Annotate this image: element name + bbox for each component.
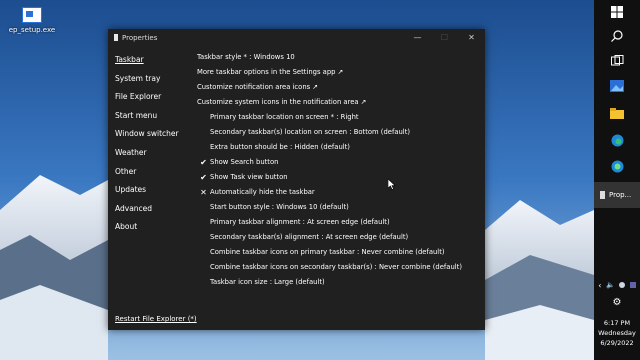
start-button[interactable] [594,0,640,24]
sidebar-item-advanced[interactable]: Advanced [115,200,195,219]
clock-date: 6/29/2022 [600,339,634,347]
installer-icon [22,7,42,23]
setting-customize-system-icons-link[interactable]: Customize system icons in the notificati… [197,95,481,110]
edge-icon [611,134,623,146]
setting-secondary-taskbar-location[interactable]: Secondary taskbar(s) location on screen … [197,125,481,140]
clock[interactable]: 6:17 PM Wednesday 6/29/2022 [594,318,640,348]
settings-list: Taskbar style * : Windows 10 More taskba… [197,50,481,290]
edge-beta-button[interactable] [594,154,640,178]
clock-day: Wednesday [598,329,636,337]
setting-secondary-taskbar-alignment[interactable]: Secondary taskbar(s) alignment : At scre… [197,230,481,245]
minimize-button[interactable]: — [404,29,431,46]
close-button[interactable]: ✕ [458,29,485,46]
mouse-cursor [388,179,396,190]
edge-beta-icon [611,160,623,172]
photos-app-button[interactable] [594,74,640,98]
task-view-button[interactable] [594,48,640,72]
taskbar-properties-button[interactable]: Prop... [594,182,640,208]
sidebar-item-about[interactable]: About [115,218,195,237]
setting-combine-secondary[interactable]: Combine taskbar icons on secondary taskb… [197,260,481,275]
setting-customize-notification-icons-link[interactable]: Customize notification area icons ↗ [197,80,481,95]
setting-auto-hide-taskbar[interactable]: ✕ Automatically hide the taskbar [197,185,481,200]
search-icon [611,30,623,42]
setting-show-search-button[interactable]: ✔ Show Search button [197,155,481,170]
app-icon [114,34,118,41]
desktop-icon-ep-setup[interactable]: ep_setup.exe [2,5,62,39]
setting-taskbar-style[interactable]: Taskbar style * : Windows 10 [197,50,481,65]
setting-extra-button[interactable]: Extra button should be : Hidden (default… [197,140,481,155]
chevron-left-icon[interactable]: ‹ [598,281,601,290]
maximize-button[interactable]: ☐ [431,29,458,46]
setting-show-task-view-button[interactable]: ✔ Show Task view button [197,170,481,185]
file-explorer-button[interactable] [594,101,640,125]
sidebar-item-window-switcher[interactable]: Window switcher [115,125,195,144]
search-button[interactable] [594,24,640,48]
setting-primary-taskbar-location[interactable]: Primary taskbar location on screen * : R… [197,110,481,125]
sidebar-item-system-tray[interactable]: System tray [115,70,195,89]
clock-time: 6:17 PM [603,319,631,327]
system-tray: ‹ 🔈 ⚙ [594,279,640,308]
file-explorer-icon [610,107,624,119]
title-bar[interactable]: Properties — ☐ ✕ [108,29,485,46]
sidebar-item-updates[interactable]: Updates [115,181,195,200]
sidebar-item-file-explorer[interactable]: File Explorer [115,88,195,107]
edge-button[interactable] [594,128,640,152]
setting-start-button-style[interactable]: Start button style : Windows 10 (default… [197,200,481,215]
setting-combine-primary[interactable]: Combine taskbar icons on primary taskbar… [197,245,481,260]
check-icon: ✔ [200,173,207,182]
desktop-icon-label: ep_setup.exe [8,26,56,34]
sidebar-item-other[interactable]: Other [115,163,195,182]
restart-explorer-link[interactable]: Restart File Explorer (*) [115,315,197,323]
app-icon [600,191,605,199]
sidebar-item-taskbar[interactable]: Taskbar [115,51,195,70]
sidebar-item-start-menu[interactable]: Start menu [115,107,195,126]
properties-window: Properties — ☐ ✕ Taskbar System tray Fil… [108,29,485,330]
start-icon [611,6,623,18]
teams-icon[interactable] [629,282,636,288]
sidebar: Taskbar System tray File Explorer Start … [115,51,195,237]
check-icon: ✔ [200,158,207,167]
cloud-icon[interactable] [619,282,626,288]
sidebar-item-weather[interactable]: Weather [115,144,195,163]
photos-icon [610,80,624,92]
setting-more-taskbar-options-link[interactable]: More taskbar options in the Settings app… [197,65,481,80]
window-title: Properties [122,33,158,42]
cross-icon: ✕ [200,188,207,197]
taskbar-button-label: Prop... [609,191,632,199]
setting-taskbar-icon-size[interactable]: Taskbar icon size : Large (default) [197,275,481,290]
volume-icon[interactable]: 🔈 [606,281,615,289]
task-view-icon [610,54,623,65]
settings-gear-icon[interactable]: ⚙ [613,297,622,308]
setting-primary-taskbar-alignment[interactable]: Primary taskbar alignment : At screen ed… [197,215,481,230]
